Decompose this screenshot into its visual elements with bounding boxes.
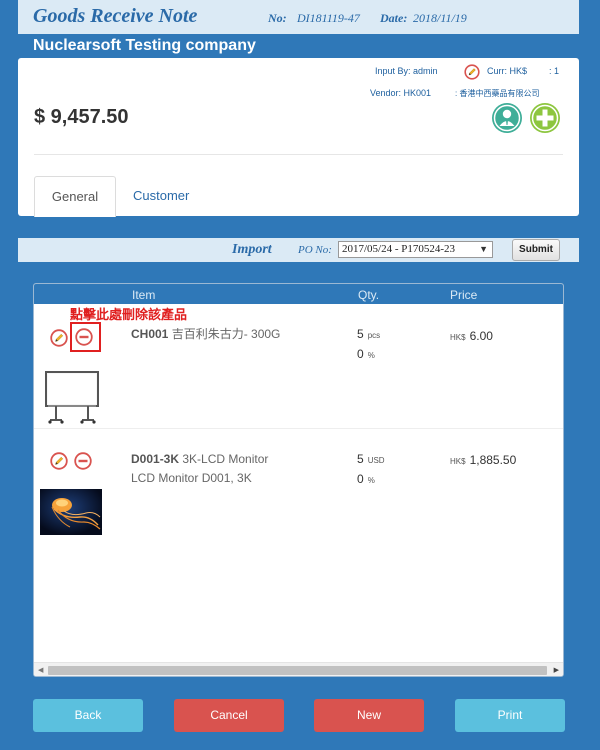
product-image-whiteboard [45, 371, 99, 424]
tab-customer[interactable]: Customer [133, 188, 189, 203]
item-price: HK$ 6.00 [450, 329, 493, 343]
grid-header: Item Qty. Price [34, 284, 563, 304]
currency: Curr: HK$ [487, 66, 528, 76]
input-by: Input By: admin [375, 66, 438, 76]
divider [34, 154, 563, 155]
customer-icon[interactable] [491, 102, 523, 134]
column-header-price: Price [450, 288, 478, 302]
discount-value: 0 [357, 347, 364, 361]
column-header-item: Item [132, 288, 156, 302]
item-description: CH001 吉百利朱古力- 300G [131, 325, 280, 344]
product-image-jellyfish [40, 489, 102, 535]
total-amount: $ 9,457.50 [34, 106, 129, 128]
import-bar: Import PO No: 2017/05/24 - P170524-23 ▼ … [18, 238, 579, 262]
item-code: CH001 [131, 327, 169, 341]
add-icon[interactable] [529, 102, 561, 134]
price-currency: HK$ [450, 333, 466, 342]
item-qty: 5 pcs 0% [357, 325, 380, 365]
edit-icon[interactable] [50, 452, 68, 470]
discount-value: 0 [357, 472, 364, 486]
item-desc-line2: LCD Monitor D001, 3K [131, 471, 252, 485]
back-button[interactable]: Back [33, 699, 143, 732]
po-number-selected: 2017/05/24 - P170524-23 [342, 243, 456, 255]
item-qty: 5 USD 0% [357, 450, 385, 490]
price-value: 6.00 [469, 329, 493, 343]
page-title: Goods Receive Note [33, 5, 198, 27]
po-number-select[interactable]: 2017/05/24 - P170524-23 ▼ [338, 241, 493, 258]
qty-unit: pcs [367, 331, 381, 340]
doc-date-label: Date: [380, 11, 408, 25]
discount-unit: % [367, 351, 375, 360]
new-button[interactable]: New [314, 699, 424, 732]
item-desc-line1: 吉百利朱古力- 300G [171, 327, 281, 341]
item-desc-line1: 3K-LCD Monitor [182, 452, 269, 466]
doc-number-value: DI181119-47 [297, 11, 360, 25]
company-name: Nuclearsoft Testing company [33, 37, 256, 54]
delete-icon[interactable] [74, 452, 92, 470]
info-panel: Input By: admin Curr: HK$ : 1 Vendor: HK… [18, 58, 579, 217]
cancel-button[interactable]: Cancel [174, 699, 284, 732]
edit-icon[interactable] [50, 329, 68, 347]
item-code: D001-3K [131, 452, 180, 466]
discount-unit: % [367, 476, 375, 485]
qty-unit: USD [367, 456, 385, 465]
title-bar: Goods Receive Note No: DI181119-47 Date:… [18, 0, 579, 34]
item-description: D001-3K 3K-LCD Monitor LCD Monitor D001,… [131, 450, 268, 488]
scrollbar-thumb[interactable] [48, 666, 547, 675]
item-grid: Item Qty. Price 點擊此處刪除該產品 CH001 吉百利朱古力- … [33, 283, 564, 677]
scroll-right-icon[interactable]: ▶ [554, 666, 559, 674]
vendor-name: : 香港中西藥品有限公司 [455, 89, 540, 98]
chevron-down-icon: ▼ [479, 244, 488, 254]
price-value: 1,885.50 [469, 453, 517, 467]
po-number-label: PO No: [298, 244, 332, 256]
import-label: Import [232, 242, 272, 257]
price-currency: HK$ [450, 457, 466, 466]
edit-currency-icon[interactable] [464, 64, 480, 80]
submit-button[interactable]: Submit [512, 239, 560, 261]
print-button[interactable]: Print [455, 699, 565, 732]
vendor-code: Vendor: HK001 [370, 88, 432, 98]
tab-general[interactable]: General [34, 176, 116, 217]
column-header-qty: Qty. [358, 288, 380, 302]
scroll-left-icon[interactable]: ◀ [38, 666, 43, 674]
delete-highlight-box [70, 322, 101, 352]
qty-value: 5 [357, 327, 364, 341]
doc-date-value: 2018/11/19 [413, 11, 467, 25]
horizontal-scrollbar[interactable]: ◀ ▶ [34, 662, 563, 676]
doc-number-label: No: [268, 11, 287, 25]
delete-annotation: 點擊此處刪除該產品 [70, 307, 188, 322]
item-price: HK$ 1,885.50 [450, 453, 516, 467]
exchange-rate: : 1 [549, 66, 560, 76]
qty-value: 5 [357, 452, 364, 466]
row-divider [34, 428, 563, 429]
